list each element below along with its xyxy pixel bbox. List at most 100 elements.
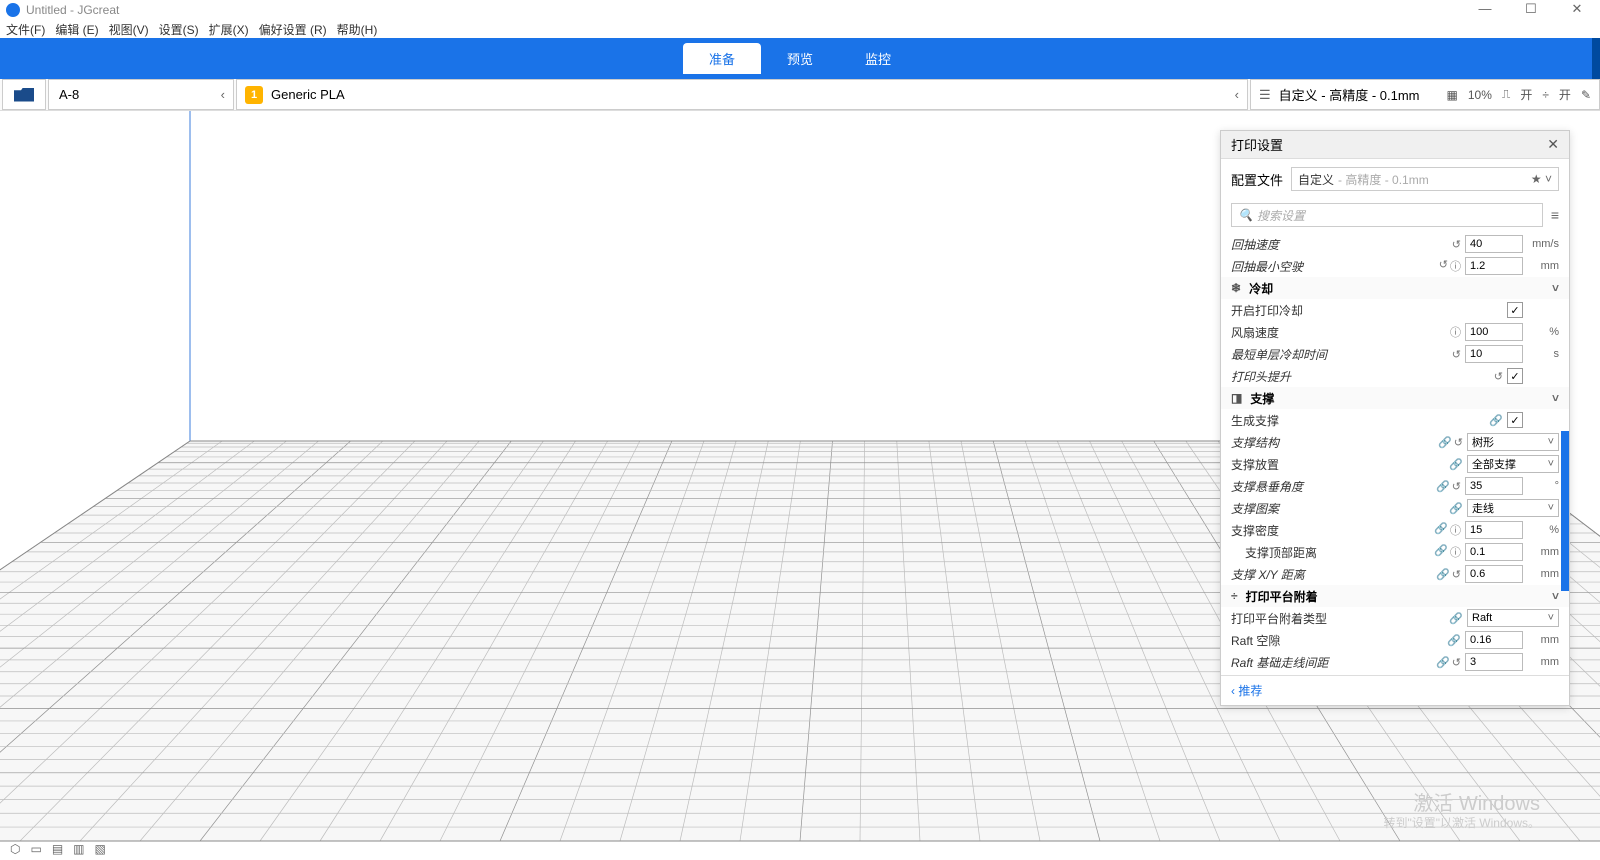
extruder-badge-icon: 1 <box>245 86 263 104</box>
link-icon[interactable]: 🔗 <box>1449 502 1463 515</box>
chevron-down-icon: ˅ <box>1552 589 1559 603</box>
retract-min-input[interactable]: 1.2 <box>1465 257 1523 275</box>
link-icon[interactable]: 🔗 <box>1436 480 1450 493</box>
setting-support-xy: 支撑 X/Y 距离 🔗↺ 0.6 mm <box>1221 563 1569 585</box>
support-icon: ⎍ <box>1502 87 1510 102</box>
printer-selector[interactable]: A-8 ‹ <box>48 79 234 110</box>
reset-icon[interactable]: ↺ <box>1452 480 1461 493</box>
menubar: 文件(F) 编辑 (E) 视图(V) 设置(S) 扩展(X) 偏好设置 (R) … <box>0 20 1600 38</box>
category-cooling[interactable]: ❄ 冷却 ˅ <box>1221 277 1569 299</box>
open-file-button[interactable] <box>2 79 46 110</box>
setting-retract-min: 回抽最小空驶 ↺ⓘ 1.2 mm <box>1221 255 1569 277</box>
menu-view[interactable]: 视图(V) <box>109 21 149 38</box>
view-right-icon[interactable]: ▧ <box>95 842 106 856</box>
print-settings-panel: 打印设置 ✕ 配置文件 自定义 - 高精度 - 0.1mm ★ ˅ 🔍 搜索设置… <box>1220 130 1570 706</box>
reset-icon[interactable]: ↺ <box>1439 258 1448 274</box>
adhesion-type-select[interactable]: Raft˅ <box>1467 609 1559 627</box>
fan-speed-input[interactable]: 100 <box>1465 323 1523 341</box>
recommended-button[interactable]: ‹ 推荐 <box>1231 684 1262 698</box>
setting-overhang: 支撑悬垂角度 🔗↺ 35 ° <box>1221 475 1569 497</box>
head-lift-checkbox[interactable]: ✓ <box>1507 368 1523 384</box>
reset-icon[interactable]: ↺ <box>1452 568 1461 581</box>
menu-settings[interactable]: 设置(S) <box>159 21 199 38</box>
support-structure-select[interactable]: 树形˅ <box>1467 433 1559 451</box>
chevron-down-icon: ˅ <box>1552 281 1559 295</box>
settings-scrollbar[interactable] <box>1561 431 1569 591</box>
link-icon[interactable]: 🔗 <box>1447 634 1461 647</box>
raft-gap-input[interactable]: 0.16 <box>1465 631 1523 649</box>
setting-raft-line-gap: Raft 基础走线间距 🔗↺ 3 mm <box>1221 651 1569 673</box>
stage-monitor-tab[interactable]: 监控 <box>839 43 917 74</box>
setting-support-top-dist: 支撑顶部距离 🔗ⓘ 0.1 mm <box>1221 541 1569 563</box>
reset-icon[interactable]: ↺ <box>1452 656 1461 669</box>
info-icon[interactable]: ⓘ <box>1450 522 1461 538</box>
category-support[interactable]: ◨ 支撑 ˅ <box>1221 387 1569 409</box>
profile-field-label: 配置文件 <box>1231 170 1283 189</box>
reset-icon[interactable]: ↺ <box>1454 436 1463 449</box>
setting-gen-support: 生成支撑 🔗 ✓ <box>1221 409 1569 431</box>
view-front-icon[interactable]: ▭ <box>30 842 41 856</box>
link-icon[interactable]: 🔗 <box>1489 414 1503 427</box>
info-icon[interactable]: ⓘ <box>1450 324 1461 340</box>
min-layer-time-input[interactable]: 10 <box>1465 345 1523 363</box>
close-button[interactable]: ✕ <box>1554 0 1600 20</box>
adhesion-value: 开 <box>1559 86 1571 103</box>
link-icon[interactable]: 🔗 <box>1434 544 1448 560</box>
panel-header: 打印设置 ✕ <box>1221 131 1569 159</box>
setting-head-lift: 打印头提升 ↺ ✓ <box>1221 365 1569 387</box>
minimize-button[interactable]: — <box>1462 0 1508 20</box>
setting-support-density: 支撑密度 🔗ⓘ 15 % <box>1221 519 1569 541</box>
support-xy-input[interactable]: 0.6 <box>1465 565 1523 583</box>
profile-selector[interactable]: ☰ 自定义 - 高精度 - 0.1mm ▦ 10% ⎍ 开 ÷ 开 ✎ <box>1250 79 1600 110</box>
settings-menu-button[interactable]: ≡ <box>1551 207 1559 223</box>
link-icon[interactable]: 🔗 <box>1436 568 1450 581</box>
gen-support-checkbox[interactable]: ✓ <box>1507 412 1523 428</box>
menu-file[interactable]: 文件(F) <box>6 21 45 38</box>
stage-prepare-tab[interactable]: 准备 <box>683 43 761 74</box>
menu-preferences[interactable]: 偏好设置 (R) <box>259 21 327 38</box>
settings-search-input[interactable]: 🔍 搜索设置 <box>1231 203 1543 227</box>
view-3d-icon[interactable]: ⬡ <box>10 842 20 856</box>
infill-value: 10% <box>1468 88 1492 102</box>
support-placement-select[interactable]: 全部支撑˅ <box>1467 455 1559 473</box>
setting-support-structure: 支撑结构 🔗↺ 树形˅ <box>1221 431 1569 453</box>
overhang-input[interactable]: 35 <box>1465 477 1523 495</box>
support-density-input[interactable]: 15 <box>1465 521 1523 539</box>
support-top-dist-input[interactable]: 0.1 <box>1465 543 1523 561</box>
view-left-icon[interactable]: ▥ <box>73 842 84 856</box>
stage-ribbon: 准备 预览 监控 <box>0 38 1600 79</box>
titlebar: Untitled - JGcreat — ☐ ✕ <box>0 0 1600 20</box>
support-pattern-select[interactable]: 走线˅ <box>1467 499 1559 517</box>
info-icon[interactable]: ⓘ <box>1450 258 1461 274</box>
stage-preview-tab[interactable]: 预览 <box>761 43 839 74</box>
profile-dropdown[interactable]: 自定义 - 高精度 - 0.1mm ★ ˅ <box>1291 167 1559 191</box>
reset-icon[interactable]: ↺ <box>1494 370 1503 383</box>
menu-help[interactable]: 帮助(H) <box>337 21 378 38</box>
reset-icon[interactable]: ↺ <box>1452 348 1461 361</box>
material-selector[interactable]: 1 Generic PLA ‹ <box>236 79 1248 110</box>
link-icon[interactable]: 🔗 <box>1434 522 1448 538</box>
menu-extensions[interactable]: 扩展(X) <box>209 21 249 38</box>
setting-retract-speed: 回抽速度 ↺ 40 mm/s <box>1221 233 1569 255</box>
sliders-icon: ☰ <box>1259 87 1271 103</box>
category-adhesion[interactable]: ÷ 打印平台附着 ˅ <box>1221 585 1569 607</box>
link-icon[interactable]: 🔗 <box>1449 458 1463 471</box>
retract-speed-input[interactable]: 40 <box>1465 235 1523 253</box>
maximize-button[interactable]: ☐ <box>1508 0 1554 20</box>
setting-cooling-enable: 开启打印冷却 ✓ <box>1221 299 1569 321</box>
link-icon[interactable]: 🔗 <box>1436 656 1450 669</box>
ribbon-scrollbar[interactable] <box>1592 38 1600 79</box>
pencil-icon[interactable]: ✎ <box>1581 88 1591 102</box>
setting-adhesion-type: 打印平台附着类型 🔗 Raft˅ <box>1221 607 1569 629</box>
raft-line-gap-input[interactable]: 3 <box>1465 653 1523 671</box>
view-top-icon[interactable]: ▤ <box>52 842 63 856</box>
menu-edit[interactable]: 编辑 (E) <box>55 21 98 38</box>
adhesion-icon: ÷ <box>1542 88 1549 102</box>
link-icon[interactable]: 🔗 <box>1449 612 1463 625</box>
window-title: Untitled - JGcreat <box>26 3 119 17</box>
cooling-enable-checkbox[interactable]: ✓ <box>1507 302 1523 318</box>
info-icon[interactable]: ⓘ <box>1450 544 1461 560</box>
link-icon[interactable]: 🔗 <box>1438 436 1452 449</box>
reset-icon[interactable]: ↺ <box>1452 238 1461 251</box>
panel-close-button[interactable]: ✕ <box>1547 136 1559 153</box>
